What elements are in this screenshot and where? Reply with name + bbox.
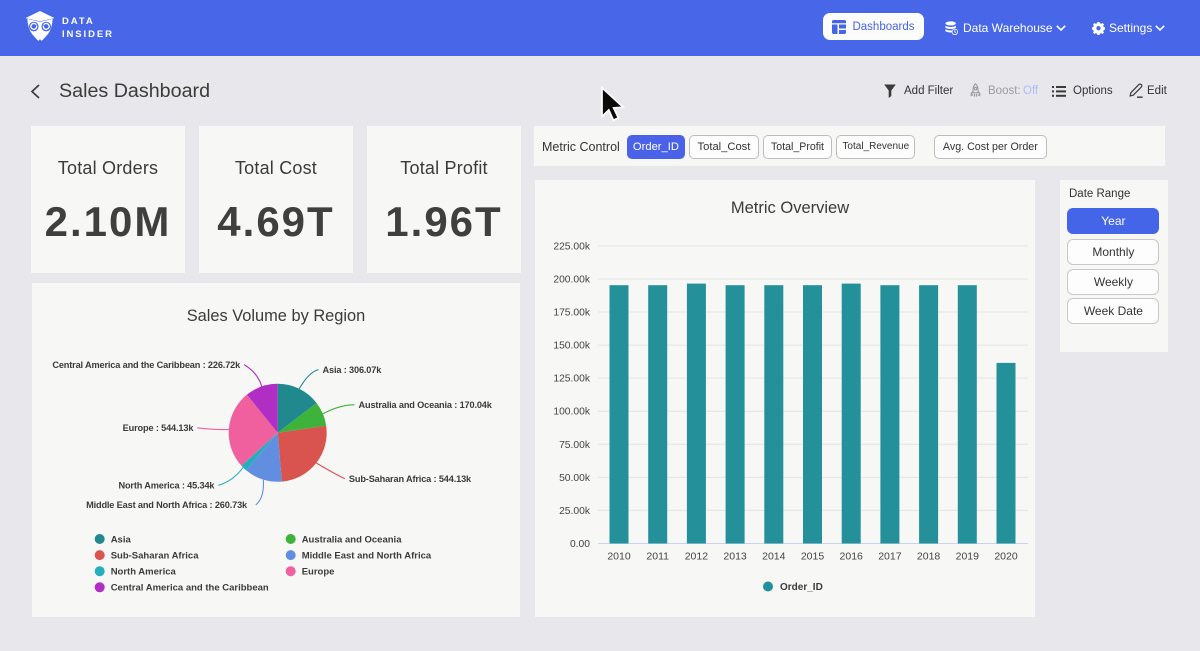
svg-text:Middle East and North Africa :: Middle East and North Africa : 260.73k <box>86 500 248 510</box>
svg-text:75.00k: 75.00k <box>559 440 591 451</box>
svg-text:2011: 2011 <box>646 551 669 563</box>
svg-text:2017: 2017 <box>878 551 902 563</box>
svg-text:125.00k: 125.00k <box>553 374 590 385</box>
svg-text:2012: 2012 <box>685 551 709 563</box>
svg-text:Order_ID: Order_ID <box>780 582 823 593</box>
svg-text:225.00k: 225.00k <box>553 241 590 252</box>
svg-text:2016: 2016 <box>840 551 864 563</box>
svg-text:50.00k: 50.00k <box>559 473 591 484</box>
svg-text:Sub-Saharan Africa : 544.13k: Sub-Saharan Africa : 544.13k <box>349 474 472 484</box>
svg-text:2013: 2013 <box>723 551 747 563</box>
svg-text:100.00k: 100.00k <box>553 407 590 418</box>
svg-text:25.00k: 25.00k <box>559 506 591 517</box>
svg-text:Central America and the Caribb: Central America and the Caribbean <box>111 583 269 594</box>
svg-text:2015: 2015 <box>801 551 825 563</box>
svg-text:0.00: 0.00 <box>570 539 590 550</box>
svg-text:2010: 2010 <box>607 551 631 563</box>
svg-text:2018: 2018 <box>917 551 941 563</box>
svg-text:200.00k: 200.00k <box>553 274 590 285</box>
svg-text:Asia : 306.07k: Asia : 306.07k <box>323 365 383 375</box>
svg-text:Europe: Europe <box>302 567 335 578</box>
svg-text:2019: 2019 <box>956 551 980 563</box>
svg-text:North America: North America <box>111 567 177 578</box>
svg-text:Middle East and North Africa: Middle East and North Africa <box>302 551 432 562</box>
svg-text:Central America and the Caribb: Central America and the Caribbean : 226.… <box>52 360 241 370</box>
svg-text:150.00k: 150.00k <box>553 341 590 352</box>
svg-text:2014: 2014 <box>762 551 786 563</box>
svg-text:Metric Overview: Metric Overview <box>731 199 849 217</box>
svg-text:Europe : 544.13k: Europe : 544.13k <box>123 423 195 433</box>
svg-text:175.00k: 175.00k <box>553 308 590 319</box>
svg-text:2020: 2020 <box>994 551 1018 563</box>
svg-text:North America : 45.34k: North America : 45.34k <box>118 481 215 491</box>
svg-text:Australia and Oceania : 170.04: Australia and Oceania : 170.04k <box>359 400 493 410</box>
svg-text:Sales Volume by Region: Sales Volume by Region <box>187 307 366 325</box>
svg-text:Australia and Oceania: Australia and Oceania <box>302 534 403 545</box>
svg-text:Asia: Asia <box>111 534 132 545</box>
svg-text:Sub-Saharan Africa: Sub-Saharan Africa <box>111 551 200 562</box>
